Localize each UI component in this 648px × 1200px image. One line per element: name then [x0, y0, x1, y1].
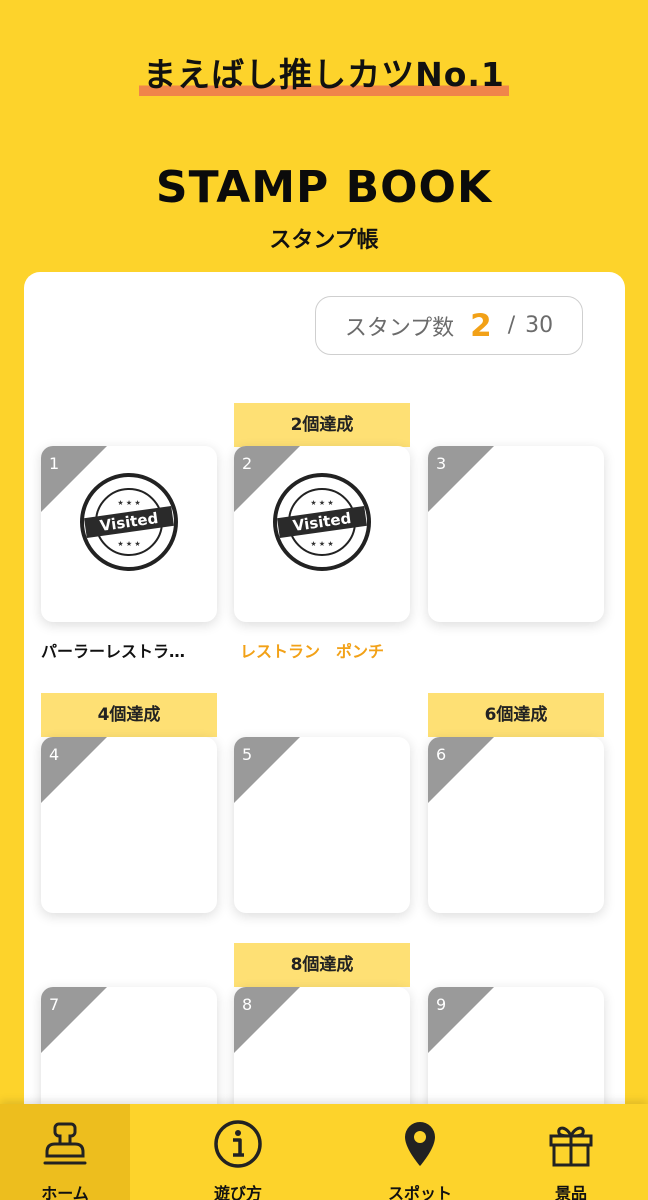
stamp-slot-name: パーラーレストラ…	[41, 642, 186, 661]
slot-number: 9	[436, 995, 447, 1014]
gift-icon	[549, 1126, 593, 1167]
slot-number: 1	[49, 454, 60, 473]
milestone-badge: 8個達成	[234, 943, 410, 998]
slot-number: 5	[242, 745, 253, 764]
visited-stamp-icon: Visited ★ ★ ★ ★ ★ ★	[80, 473, 178, 571]
slot-number: 2	[242, 454, 253, 473]
svg-text:★ ★ ★: ★ ★ ★	[117, 499, 140, 507]
svg-text:★ ★ ★: ★ ★ ★	[117, 540, 140, 548]
nav-label: 遊び方	[213, 1184, 262, 1200]
stamp-count-total: 30	[525, 313, 554, 338]
slot-number: 6	[436, 745, 447, 764]
bottom-nav: ホーム 遊び方 スポット 景品	[0, 1104, 648, 1200]
map-pin-icon	[405, 1122, 435, 1166]
nav-label: ホーム	[41, 1184, 89, 1200]
svg-text:★ ★ ★: ★ ★ ★	[310, 499, 333, 507]
stamp-counter: スタンプ数 2 / 30	[315, 296, 583, 355]
stamp-slot-3[interactable]: 3	[428, 446, 604, 622]
brand-title: まえばし推しカツNo.1	[139, 48, 509, 100]
slot-number: 8	[242, 995, 253, 1014]
stamp-count-separator: /	[507, 313, 516, 338]
stamp-slot-4[interactable]: 4	[41, 737, 217, 913]
nav-item-prizes[interactable]: 景品	[494, 1104, 648, 1200]
page-subtitle: スタンプ帳	[269, 228, 379, 253]
stamp-slot-name: レストラン ポンチ	[240, 642, 385, 661]
stamp-slot-2[interactable]: 2 Visited ★ ★ ★ ★ ★ ★	[234, 446, 410, 622]
nav-item-howto[interactable]: 遊び方	[130, 1104, 346, 1200]
stamp-count-collected: 2	[470, 307, 492, 344]
milestone-badge: 2個達成	[234, 403, 410, 458]
milestone-badge: 4個達成	[41, 693, 217, 748]
stamp-icon	[43, 1122, 87, 1165]
visited-stamp-icon: Visited ★ ★ ★ ★ ★ ★	[273, 473, 371, 571]
milestone-badge: 6個達成	[428, 693, 604, 748]
app-brand: まえばし推しカツNo.1	[0, 48, 648, 100]
stamp-slot-5[interactable]: 5	[234, 737, 410, 913]
slot-number: 4	[49, 745, 60, 764]
nav-item-home[interactable]: ホーム	[0, 1104, 130, 1200]
info-icon	[214, 1120, 262, 1168]
nav-item-spots[interactable]: スポット	[346, 1104, 494, 1200]
slot-number: 3	[436, 454, 447, 473]
nav-label: 景品	[554, 1184, 587, 1200]
stamp-slot-6[interactable]: 6	[428, 737, 604, 913]
page-title: STAMP BOOK	[155, 162, 493, 213]
stamp-slot-1[interactable]: 1 Visited ★ ★ ★ ★ ★ ★	[41, 446, 217, 622]
stamp-counter-label: スタンプ数	[344, 315, 455, 341]
svg-text:★ ★ ★: ★ ★ ★	[310, 540, 333, 548]
slot-number: 7	[49, 995, 60, 1014]
nav-label: スポット	[387, 1184, 452, 1200]
